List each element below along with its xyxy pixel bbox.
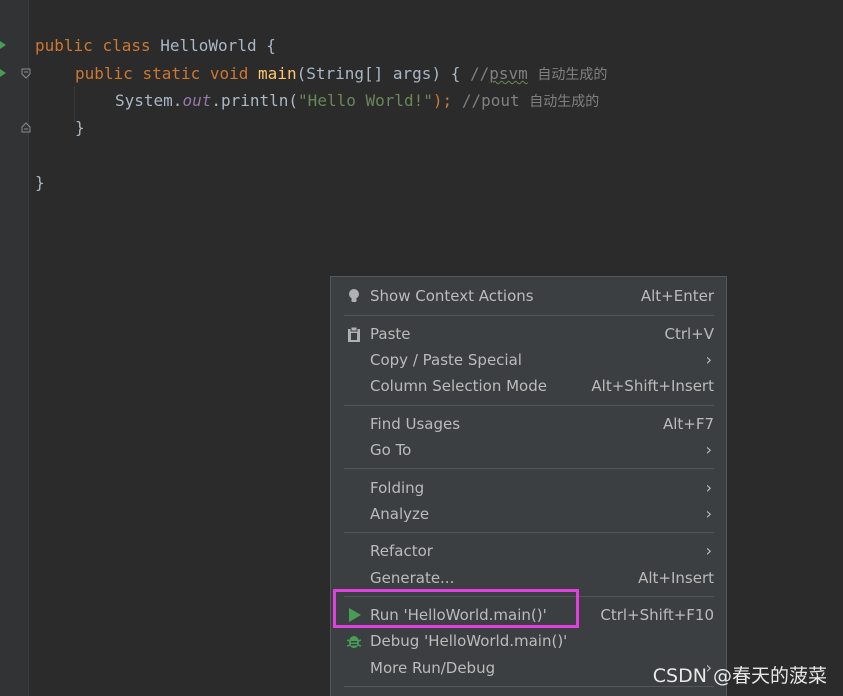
fold-icon[interactable] bbox=[21, 122, 31, 133]
chevron-right-icon: › bbox=[705, 541, 712, 560]
menu-item-copy-paste-special[interactable]: Copy / Paste Special › bbox=[331, 347, 726, 373]
code-line-2: public static void main(String[] args) {… bbox=[75, 64, 608, 83]
fold-icon[interactable] bbox=[21, 68, 31, 79]
code-line-3: System.out.println("Hello World!"); //po… bbox=[115, 91, 600, 110]
gutter-run-icon[interactable] bbox=[0, 69, 6, 77]
context-menu: Show Context Actions Alt+Enter Paste Ctr… bbox=[330, 276, 727, 696]
chevron-right-icon: › bbox=[705, 504, 712, 523]
chevron-right-icon: › bbox=[705, 440, 712, 459]
menu-item-refactor[interactable]: Refactor › bbox=[331, 538, 726, 564]
chevron-right-icon: › bbox=[705, 478, 712, 497]
menu-item-find-usages[interactable]: Find Usages Alt+F7 bbox=[331, 411, 726, 437]
menu-separator bbox=[344, 468, 714, 469]
menu-item-generate[interactable]: Generate... Alt+Insert bbox=[331, 565, 726, 591]
menu-separator bbox=[344, 532, 714, 533]
menu-item-debug[interactable]: Debug 'HelloWorld.main()' bbox=[331, 628, 726, 654]
menu-item-paste[interactable]: Paste Ctrl+V bbox=[331, 321, 726, 347]
clipboard-icon bbox=[348, 326, 360, 342]
lightbulb-icon bbox=[349, 289, 359, 302]
menu-item-show-context-actions[interactable]: Show Context Actions Alt+Enter bbox=[331, 283, 726, 309]
editor-gutter bbox=[0, 0, 31, 696]
gutter-run-icon[interactable] bbox=[0, 41, 6, 49]
chevron-right-icon: › bbox=[705, 350, 712, 369]
menu-item-column-selection-mode[interactable]: Column Selection Mode Alt+Shift+Insert bbox=[331, 373, 726, 399]
run-item-highlight-box bbox=[333, 589, 579, 628]
code-line-6: } bbox=[35, 173, 45, 192]
menu-item-folding[interactable]: Folding › bbox=[331, 475, 726, 501]
menu-separator bbox=[344, 315, 714, 316]
watermark: CSDN @春天的菠菜 bbox=[652, 665, 827, 687]
bug-icon bbox=[346, 636, 362, 648]
menu-item-analyze[interactable]: Analyze › bbox=[331, 501, 726, 527]
code-line-1: public class HelloWorld { bbox=[35, 36, 276, 55]
code-line-4: } bbox=[75, 118, 85, 137]
menu-separator bbox=[344, 405, 714, 406]
menu-item-go-to[interactable]: Go To › bbox=[331, 437, 726, 463]
